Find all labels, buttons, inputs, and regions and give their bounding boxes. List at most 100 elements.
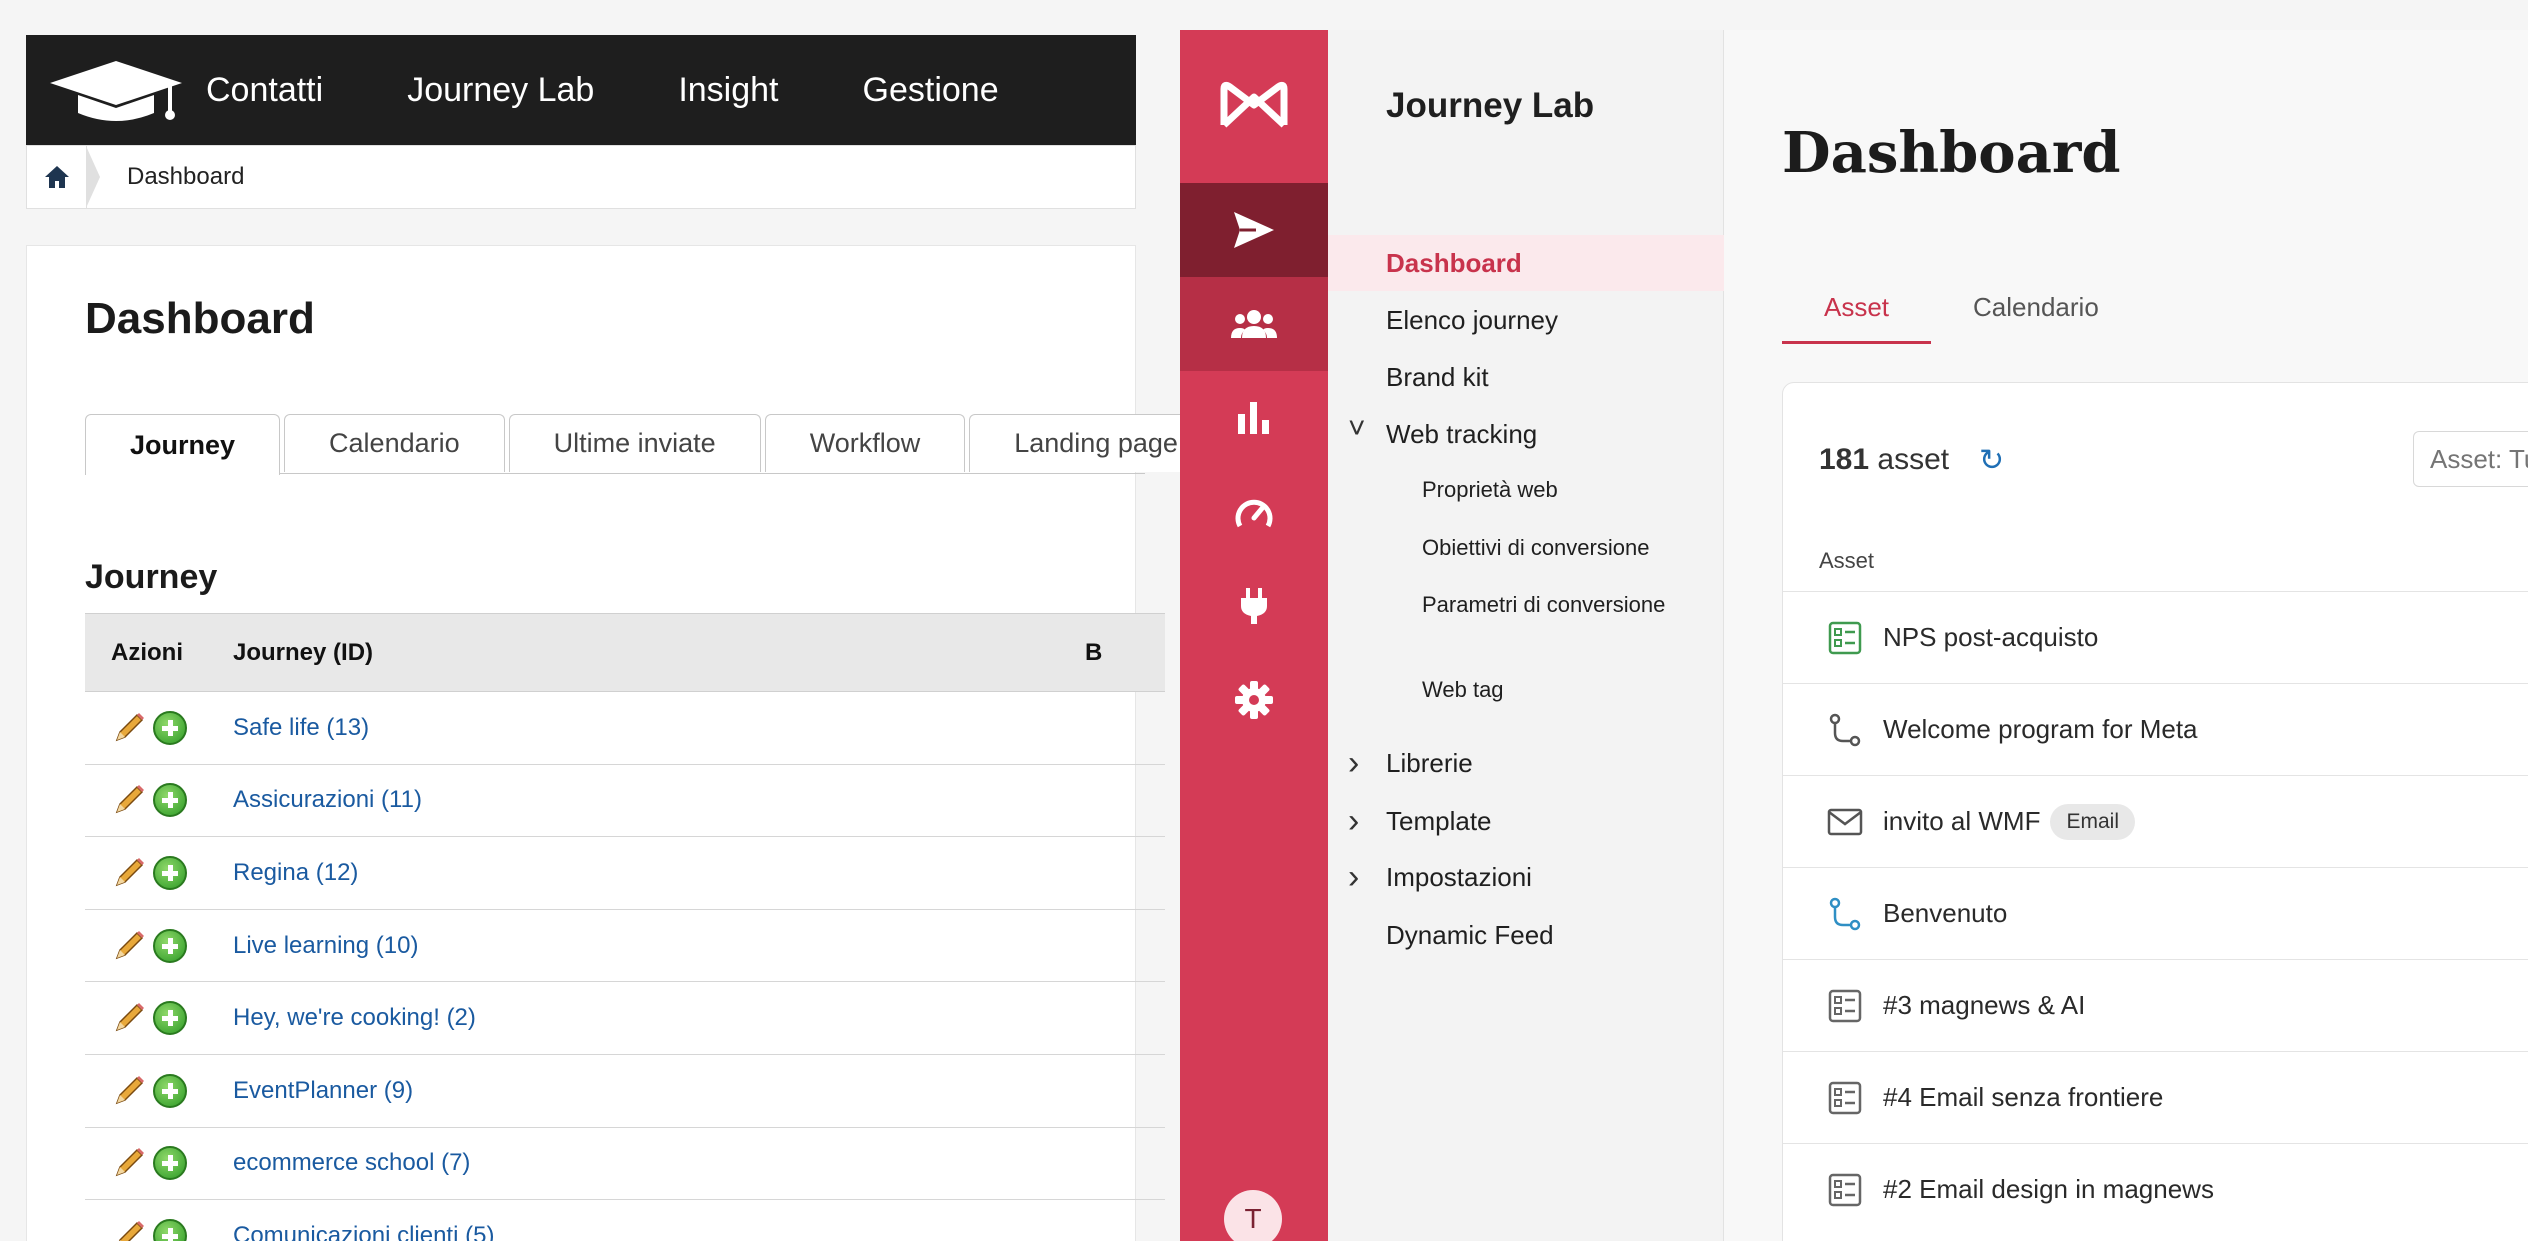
row-actions — [85, 1054, 233, 1128]
journey-link[interactable]: Comunicazioni clienti (5) — [233, 1222, 494, 1241]
menu-item-elenco-journey[interactable]: Elenco journey — [1328, 292, 1724, 348]
pencil-icon[interactable] — [111, 1218, 147, 1241]
menu-item-obiettivi-di-conversione[interactable]: Obiettivi di conversione — [1328, 520, 1724, 576]
add-icon[interactable] — [153, 855, 187, 890]
menu-item-label: Brand kit — [1386, 361, 1489, 392]
status-cell — [1085, 1127, 1165, 1201]
asset-row[interactable]: NPS post-acquisto — [1783, 591, 2528, 683]
asset-name: #4 Email senza frontiere — [1883, 1082, 2164, 1112]
pencil-icon[interactable] — [111, 710, 147, 746]
journey-cell: Comunicazioni clienti (5) — [233, 1199, 1085, 1241]
refresh-icon[interactable]: ↻ — [1979, 443, 2004, 478]
journey-icon — [1827, 712, 1863, 748]
nav-contatti[interactable]: Contatti — [206, 71, 323, 110]
menu-item-label: Web tracking — [1386, 418, 1538, 449]
gauge-icon[interactable] — [1180, 465, 1328, 559]
bar-chart-icon[interactable] — [1180, 371, 1328, 465]
pencil-icon[interactable] — [111, 928, 147, 964]
pencil-icon[interactable] — [111, 855, 147, 891]
chevron-right-icon: › — [1348, 801, 1360, 840]
graduation-cap-logo-icon[interactable] — [26, 35, 206, 145]
mail-icon — [1827, 804, 1863, 840]
menu-item-web-tag[interactable]: Web tag — [1328, 662, 1724, 718]
journey-link[interactable]: ecommerce school (7) — [233, 1149, 470, 1176]
pencil-icon[interactable] — [111, 1000, 147, 1036]
nav-insight[interactable]: Insight — [678, 71, 778, 110]
journey-cell: Safe life (13) — [233, 691, 1085, 765]
tab-calendario[interactable]: Calendario — [284, 414, 505, 472]
journey-link[interactable]: Live learning (10) — [233, 932, 418, 959]
row-actions — [85, 1127, 233, 1201]
chevron-right-icon: › — [1348, 743, 1360, 782]
page-title: Dashboard — [1782, 120, 2121, 186]
menu-item-propriet-web[interactable]: Proprietà web — [1328, 462, 1724, 518]
table-row: Regina (12) — [85, 836, 1165, 910]
breadcrumb: Dashboard — [26, 145, 1136, 209]
add-icon[interactable] — [153, 1146, 187, 1181]
asset-row[interactable]: invito al WMF Email — [1783, 775, 2528, 867]
asset-name: Welcome program for Meta — [1883, 714, 2198, 744]
add-icon[interactable] — [153, 1073, 187, 1108]
journey-cell: Live learning (10) — [233, 909, 1085, 983]
send-icon[interactable] — [1180, 183, 1328, 277]
tab-workflow[interactable]: Workflow — [764, 414, 966, 472]
col-journey-id[interactable]: Journey (ID) — [233, 613, 1085, 692]
tab-calendario[interactable]: Calendario — [1931, 292, 2141, 344]
journey-cell: ecommerce school (7) — [233, 1127, 1085, 1201]
journey-link[interactable]: Safe life (13) — [233, 714, 369, 741]
form-icon — [1827, 1172, 1863, 1208]
asset-row[interactable]: #3 magnews & AI — [1783, 959, 2528, 1051]
chevron-down-icon: ˅ — [1348, 412, 1366, 445]
add-icon[interactable] — [153, 928, 187, 963]
tab-journey[interactable]: Journey — [85, 414, 281, 475]
users-icon[interactable] — [1180, 277, 1328, 371]
menu-item-template[interactable]: › Template — [1328, 793, 1724, 849]
asset-row[interactable]: #4 Email senza frontiere — [1783, 1051, 2528, 1143]
add-icon[interactable] — [153, 783, 187, 818]
menu-item-impostazioni[interactable]: › Impostazioni — [1328, 849, 1724, 905]
avatar[interactable]: T — [1224, 1190, 1282, 1241]
menu-item-brand-kit[interactable]: Brand kit — [1328, 349, 1724, 405]
asset-row[interactable]: Benvenuto — [1783, 867, 2528, 959]
menu-item-label: Proprietà web — [1422, 477, 1558, 502]
tab-asset[interactable]: Asset — [1782, 292, 1932, 344]
asset-row[interactable]: #2 Email design in magnews — [1783, 1143, 2528, 1235]
tab-ultime-inviate[interactable]: Ultime inviate — [508, 414, 761, 472]
asset-filter-input[interactable] — [2413, 431, 2528, 487]
home-icon[interactable] — [27, 146, 100, 208]
menu-item-dynamic-feed[interactable]: Dynamic Feed — [1328, 907, 1724, 963]
add-icon[interactable] — [153, 1218, 187, 1241]
asset-row[interactable]: Welcome program for Meta — [1783, 683, 2528, 775]
table-row: Safe life (13) — [85, 691, 1165, 765]
menu-item-parametri-di-conversione[interactable]: Parametri di conversione — [1328, 577, 1724, 633]
form-icon — [1827, 620, 1863, 656]
add-icon[interactable] — [153, 1001, 187, 1036]
asset-card: 181 asset ↻ Asset NPS post-acquisto Welco… — [1782, 382, 2528, 1241]
menu-item-dashboard[interactable]: Dashboard — [1328, 235, 1724, 291]
pencil-icon[interactable] — [111, 1145, 147, 1181]
table-row: Assicurazioni (11) — [85, 764, 1165, 838]
pencil-icon[interactable] — [111, 1073, 147, 1109]
journey-link[interactable]: EventPlanner (9) — [233, 1077, 413, 1104]
form-icon — [1827, 988, 1863, 1024]
gear-icon[interactable] — [1180, 653, 1328, 747]
breadcrumb-current: Dashboard — [127, 163, 245, 190]
pencil-icon[interactable] — [111, 782, 147, 818]
journey-cell: Regina (12) — [233, 836, 1085, 910]
nav-journey-lab[interactable]: Journey Lab — [407, 71, 594, 110]
magnews-logo-icon[interactable] — [1180, 50, 1328, 160]
row-actions — [85, 909, 233, 983]
status-cell — [1085, 691, 1165, 765]
table-row: Hey, we're cooking! (2) — [85, 981, 1165, 1055]
add-icon[interactable] — [153, 710, 187, 745]
journey-link[interactable]: Assicurazioni (11) — [233, 786, 422, 813]
menu-item-web-tracking[interactable]: ˅ Web tracking — [1328, 406, 1724, 462]
journey-link[interactable]: Hey, we're cooking! (2) — [233, 1004, 476, 1031]
plug-icon[interactable] — [1180, 559, 1328, 653]
nav-gestione[interactable]: Gestione — [863, 71, 999, 110]
page-title: Dashboard — [85, 294, 315, 343]
menu-item-librerie[interactable]: › Librerie — [1328, 735, 1724, 791]
row-actions — [85, 1199, 233, 1241]
status-cell — [1085, 1054, 1165, 1128]
journey-link[interactable]: Regina (12) — [233, 859, 358, 886]
